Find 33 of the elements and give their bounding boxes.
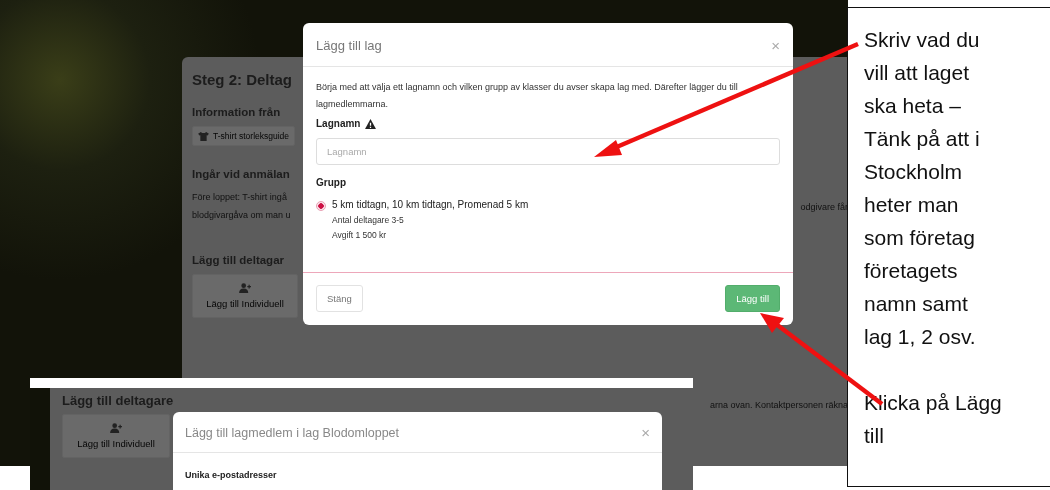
add-individual-button[interactable]: Lägg till Individuell <box>192 274 298 318</box>
close-button[interactable]: × <box>771 37 780 54</box>
group-option-label: 5 km tidtagn, 10 km tidtagn, Promenad 5 km <box>332 199 529 210</box>
warning-icon <box>365 118 377 129</box>
team-name-field[interactable]: Lagnamn <box>316 138 780 165</box>
dialog-title: Lägg till lagmedlem i lag Blodomloppet <box>185 425 399 440</box>
callout-text: Skriv vad du vill att laget ska heta – Tänk på att i Stockholm heter man som företag företagets namn samt lag 1, 2 osv. <box>864 27 981 350</box>
add-button[interactable]: Lägg till <box>725 285 780 312</box>
close-button[interactable]: × <box>641 424 650 441</box>
section-heading: Lägg till deltagar <box>192 254 284 266</box>
field-label: Grupp <box>316 177 347 188</box>
group-detail: Antal deltagare 3-5 <box>332 215 405 225</box>
info-text: odgivare får <box>800 202 848 212</box>
section-heading: Lägg till deltagare <box>62 393 174 408</box>
add-individual-button[interactable]: Lägg till Individuell <box>62 414 170 458</box>
radio-button[interactable] <box>316 201 326 211</box>
close-button[interactable]: Stäng <box>316 285 363 312</box>
section-heading: Information från <box>192 106 281 118</box>
info-text: arna ovan. Kontaktpersonen räkna <box>709 400 848 410</box>
group-detail: Avgift 1 500 kr <box>332 230 388 240</box>
t-shirt-icon <box>198 131 209 141</box>
intro-text: Börja med att välja ett lagnamn och vilken grupp av klasser du avser skapa lag med. Därefter lägger du till lagmedlemmarna. <box>316 81 739 111</box>
field-label: Unika e-postadresser <box>184 469 278 480</box>
info-text: blodgivargåva om man u <box>192 209 291 222</box>
user-plus-icon <box>109 423 123 433</box>
size-guide-button[interactable]: T-shirt storleksguide <box>192 126 296 146</box>
field-label: Lagnamn <box>316 118 361 129</box>
dialog-title: Lägg till lag <box>316 38 382 53</box>
page-heading: Steg 2: Deltag <box>192 71 293 88</box>
info-text: Före loppet: T-shirt ingå <box>192 191 287 204</box>
callout-text: Klicka på Lägg till <box>864 390 1003 449</box>
user-plus-icon <box>238 283 252 293</box>
section-heading: Ingår vid anmälan <box>192 168 290 180</box>
